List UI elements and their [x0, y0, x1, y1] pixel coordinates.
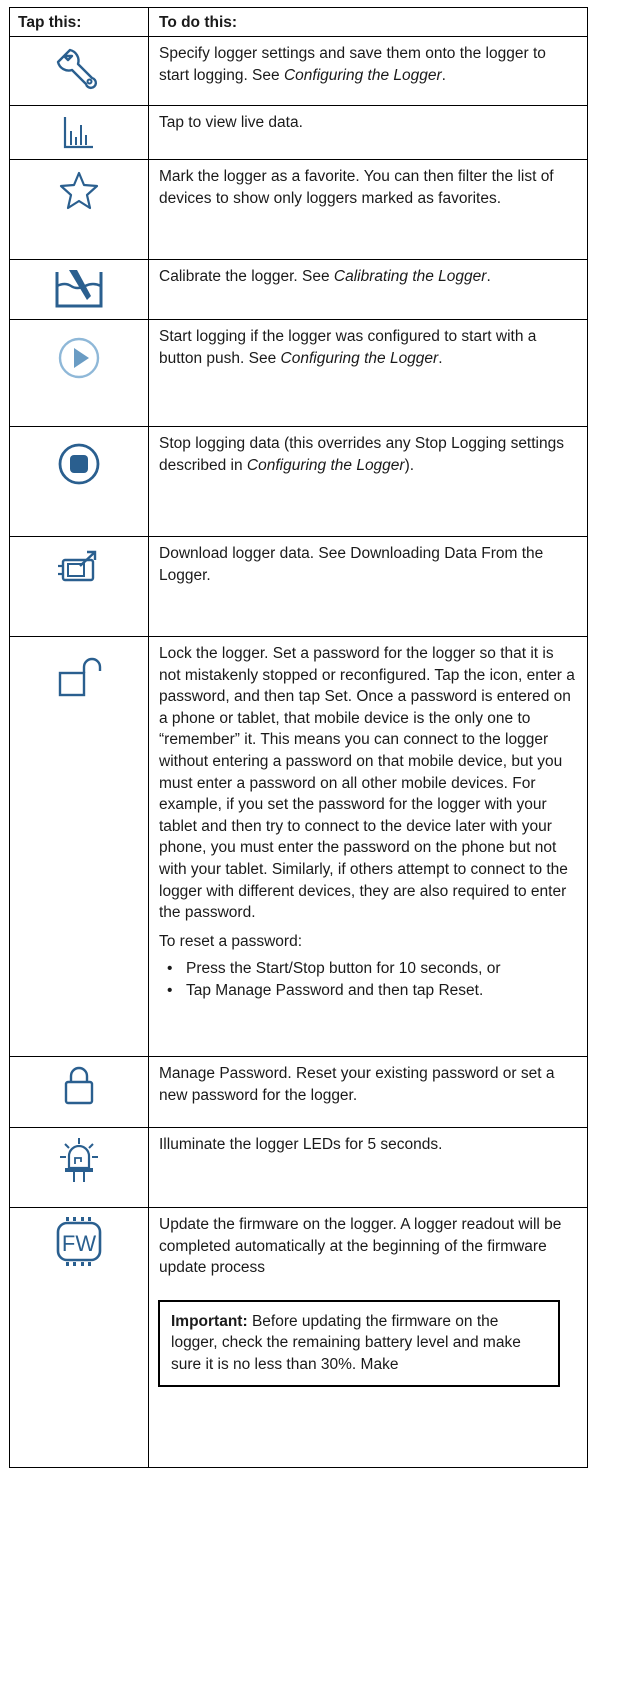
firmware-icon[interactable]: FW [54, 1214, 104, 1270]
row-description: Stop logging data (this overrides any St… [159, 435, 564, 474]
icon-reference-table: Tap this: To do this: Specify logger set… [9, 7, 588, 1468]
table-row: FW Update the firmware on the logger. A … [9, 1207, 588, 1468]
row-description: Start logging if the logger was configur… [159, 328, 537, 367]
table-header-row: Tap this: To do this: [9, 7, 588, 37]
table-row: Specify logger settings and save them on… [9, 36, 588, 106]
row-description: Specify logger settings and save them on… [159, 45, 546, 84]
stop-icon[interactable] [57, 442, 101, 486]
led-icon[interactable] [57, 1136, 101, 1184]
row-description: Mark the logger as a favorite. You can t… [159, 168, 554, 207]
table-row: Download logger data. See Downloading Da… [9, 536, 588, 637]
reset-password-heading: To reset a password: [159, 932, 303, 950]
star-icon[interactable] [57, 169, 101, 213]
row-description: Calibrate the logger. See Calibrating th… [159, 268, 491, 285]
list-item: Tap Manage Password and then tap Reset. [159, 980, 577, 1002]
firmware-icon-label: FW [62, 1231, 96, 1256]
calibrate-icon[interactable] [53, 266, 105, 310]
download-icon[interactable] [55, 548, 103, 586]
table-row: Stop logging data (this overrides any St… [9, 426, 588, 537]
table-row: Mark the logger as a favorite. You can t… [9, 159, 588, 260]
table-row: Tap to view live data. [9, 105, 588, 160]
document-page: Tap this: To do this: Specify logger set… [0, 0, 618, 1695]
play-icon[interactable] [57, 336, 101, 380]
reset-steps-list: Press the Start/Stop button for 10 secon… [159, 958, 577, 1001]
note-label: Important: [171, 1312, 248, 1330]
row-description: Update the firmware on the logger. A log… [159, 1216, 562, 1277]
row-description: Lock the logger. Set a password for the … [159, 645, 575, 922]
table-row: Illuminate the logger LEDs for 5 seconds… [9, 1127, 588, 1208]
row-description: Manage Password. Reset your existing pas… [159, 1065, 555, 1104]
list-item: Press the Start/Stop button for 10 secon… [159, 958, 577, 980]
wrench-icon[interactable] [54, 44, 104, 94]
table-row: Calibrate the logger. See Calibrating th… [9, 259, 588, 320]
table-row: Start logging if the logger was configur… [9, 319, 588, 427]
table-row: Lock the logger. Set a password for the … [9, 636, 588, 1057]
header-to-do-this: To do this: [148, 7, 588, 37]
lock-icon[interactable] [61, 1064, 97, 1106]
row-description: Download logger data. See Downloading Da… [159, 545, 544, 584]
row-description: Illuminate the logger LEDs for 5 seconds… [159, 1136, 443, 1153]
table-row: Manage Password. Reset your existing pas… [9, 1056, 588, 1128]
unlock-icon[interactable] [54, 655, 104, 699]
header-tap-this: Tap this: [9, 7, 149, 37]
live-data-chart-icon[interactable] [59, 113, 99, 153]
important-note-box: Important: Before updating the firmware … [158, 1299, 560, 1387]
row-description: Tap to view live data. [159, 114, 303, 131]
